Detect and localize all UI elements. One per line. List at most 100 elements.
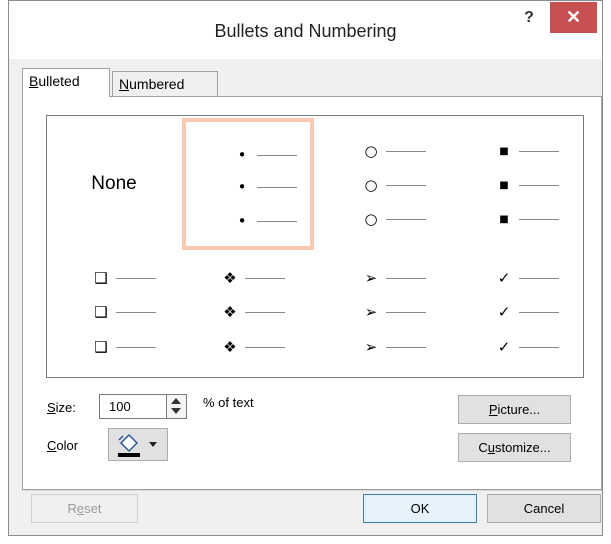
tab-numbered-label: umbered [129,76,185,92]
tab-bulleted[interactable]: Bulleted [22,68,110,97]
bullet-style-round[interactable]: • • • [182,118,314,250]
diamond-star-icon: ❖ [223,338,237,356]
bullet-style-hollow-round[interactable]: ○ ○ ○ [340,122,460,250]
bullet-row: ○ [360,141,426,161]
square-icon: ■ [499,145,509,157]
placeholder-line [519,150,559,152]
bullet-row: ○ [360,175,426,195]
ok-button[interactable]: OK [363,494,477,523]
bullet-row: ✓ [493,302,559,322]
placeholder-line [519,346,559,348]
color-label-rest: olor [56,438,79,453]
title-bar: Bullets and Numbering ? ✕ [9,1,602,59]
placeholder-line [386,346,426,348]
bullet-style-square[interactable]: ■ ■ ■ [460,122,580,250]
bullet-row: ❖ [219,302,285,322]
dialog-title: Bullets and Numbering [214,21,397,41]
bullet-row: • [231,145,297,165]
close-button[interactable]: ✕ [550,2,597,33]
checkmark-icon: ✓ [497,303,511,321]
round-bullet-icon: • [237,212,247,230]
placeholder-line [116,277,156,279]
placeholder-line [116,346,156,348]
arrowhead-icon: ➢ [364,269,378,287]
bullet-style-none[interactable]: None [50,120,178,248]
bullet-style-hollow-square[interactable]: ❑ ❑ ❑ [80,262,200,366]
bullet-row: ➢ [360,268,426,288]
size-unit-label: % of text [203,395,254,410]
bullet-style-star[interactable]: ❖ ❖ ❖ [205,262,325,366]
checkmark-icon: ✓ [497,338,511,356]
square-icon: ■ [499,213,509,225]
bullet-row: ➢ [360,302,426,322]
placeholder-line [386,150,426,152]
square-icon: ■ [499,179,509,191]
customize-hotkey: u [487,440,495,455]
color-label: Color [47,438,78,453]
placeholder-line [519,218,559,220]
bullet-row: ➢ [360,337,426,357]
hollow-circle-icon: ○ [364,210,378,228]
bullet-row: ❑ [90,302,156,322]
tab-numbered-hotkey: N [119,76,130,92]
color-hotkey: C [47,438,57,453]
arrowhead-icon: ➢ [364,303,378,321]
hollow-square-icon: ❑ [94,303,108,321]
bullet-row: ❑ [90,337,156,357]
placeholder-line [257,220,297,222]
picture-hotkey: P [488,402,498,417]
size-label: Size: [47,400,76,415]
bullet-row: ■ [493,209,559,229]
hollow-square-icon: ❑ [94,269,108,287]
tab-bulleted-label: ulleted [38,73,80,89]
size-spinbox[interactable]: 100 [99,394,187,419]
placeholder-line [386,218,426,220]
placeholder-line [519,184,559,186]
diamond-star-icon: ❖ [223,269,237,287]
bullet-row: ✓ [493,337,559,357]
bullet-style-arrow[interactable]: ➢ ➢ ➢ [340,262,460,366]
paint-bucket-icon [118,433,157,457]
round-bullet-icon: • [237,146,247,164]
placeholder-line [245,311,285,313]
customize-button[interactable]: Customize... [458,433,571,462]
size-stepper[interactable] [166,395,186,418]
placeholder-line [519,311,559,313]
placeholder-line [245,346,285,348]
reset-label: set [84,501,102,516]
tab-bulleted-hotkey: B [29,73,39,89]
bullet-row: • [231,177,297,197]
bullet-row: ✓ [493,268,559,288]
arrowhead-icon: ➢ [364,338,378,356]
size-hotkey: S [47,400,56,415]
picture-label: icture... [497,402,541,417]
size-input[interactable]: 100 [109,399,131,414]
bullet-row: ■ [493,141,559,161]
help-button[interactable]: ? [519,7,539,29]
customize-label: stomize... [495,440,551,455]
checkmark-icon: ✓ [497,269,511,287]
placeholder-line [386,184,426,186]
bullet-style-checkmark[interactable]: ✓ ✓ ✓ [460,262,580,366]
tab-numbered[interactable]: Numbered [112,71,218,97]
picture-button[interactable]: Picture... [458,395,571,424]
reset-pre: R [67,501,77,516]
placeholder-line [116,311,156,313]
placeholder-line [386,311,426,313]
spin-down-icon[interactable] [171,408,181,414]
cancel-button[interactable]: Cancel [487,494,601,523]
bullet-row: ❖ [219,268,285,288]
placeholder-line [519,277,559,279]
bullet-row: ❖ [219,337,285,357]
separator [22,490,602,491]
bullet-row: • [231,211,297,231]
hollow-circle-icon: ○ [364,142,378,160]
reset-button[interactable]: Reset [31,494,138,523]
size-label-rest: ize: [55,400,76,415]
bullet-color-button[interactable] [108,428,168,461]
bullet-row: ❑ [90,268,156,288]
bullet-row: ■ [493,175,559,195]
round-bullet-icon: • [237,178,247,196]
spin-up-icon[interactable] [171,398,181,404]
hollow-square-icon: ❑ [94,338,108,356]
